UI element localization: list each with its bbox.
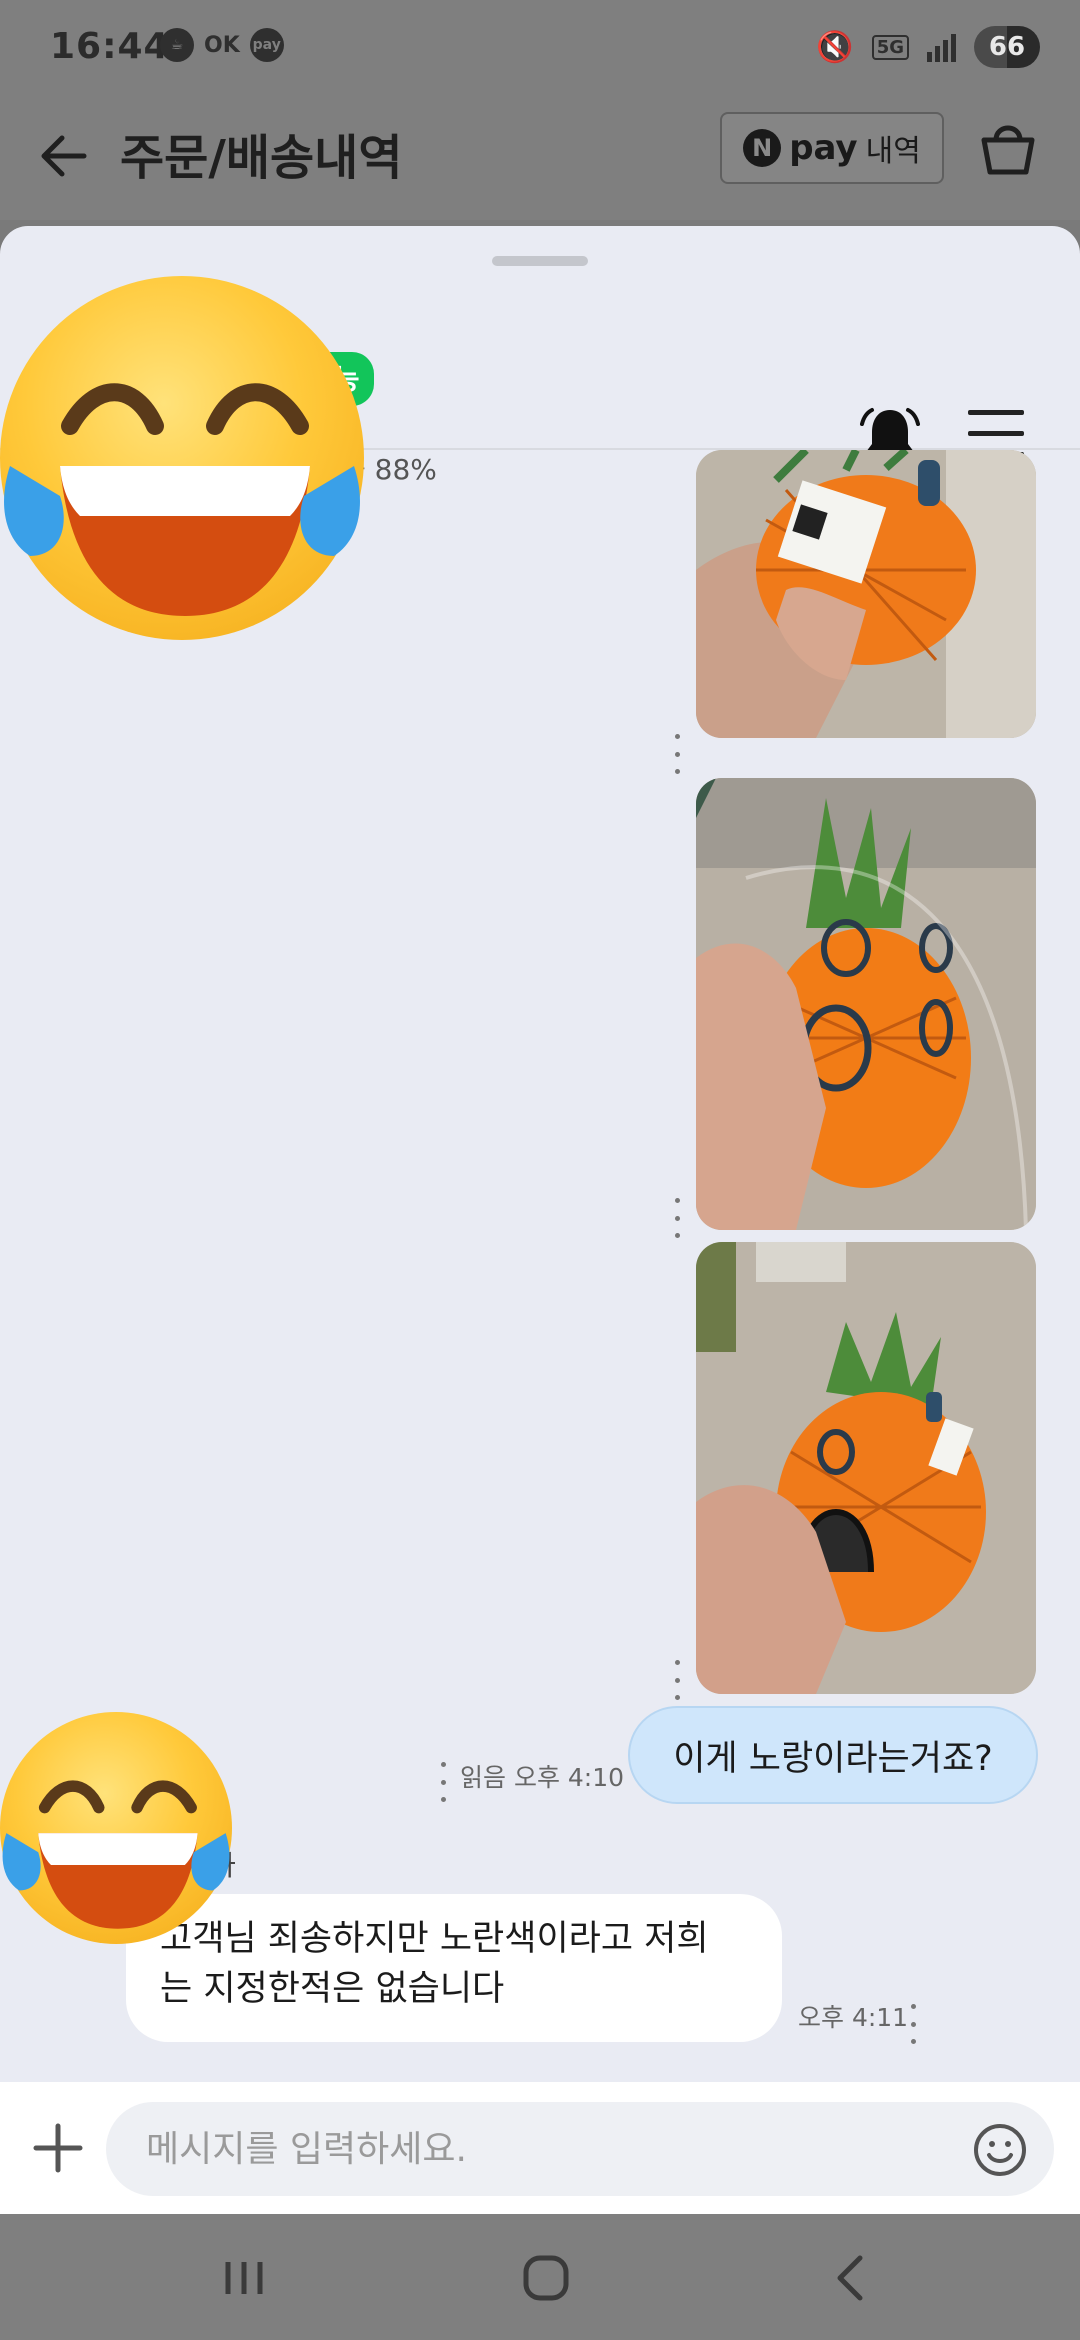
message-read-time: 읽음 오후 4:10 [460,1763,625,1792]
chat-sheet: 가능 률 88% [0,226,1080,2214]
sheet-drag-handle[interactable] [492,256,588,266]
network-icon: 5G [871,34,909,60]
chat-photo[interactable] [696,450,1036,738]
cup-icon: ☕ [160,28,194,62]
ok-icon: OK [204,32,240,58]
back-button[interactable] [34,126,94,186]
message-input[interactable] [106,2102,1054,2196]
back-arrow-icon [41,135,87,177]
signal-icon [927,32,956,62]
status-bar: 16:44 ☕ OK pay 🔇 5G 66 [0,0,1080,96]
battery-icon: 66 [974,26,1040,68]
pay-history-label: 내역 [865,134,921,169]
plus-icon [33,2123,83,2173]
status-time: 16:44 [50,26,170,67]
message-options-button[interactable] [438,1762,448,1802]
chat-photo[interactable] [696,1242,1036,1694]
photo-options-button[interactable] [672,1660,682,1700]
laughing-tears-emoji-sticker [0,1712,232,1944]
pay-word: pay [789,128,858,168]
mute-icon: 🔇 [816,29,854,65]
my-message-bubble[interactable]: 이게 노랑이라는거죠? [628,1706,1038,1804]
laughing-tears-emoji-sticker [0,276,364,640]
back-nav-button[interactable] [822,2250,882,2306]
attach-button[interactable] [30,2120,86,2176]
cart-icon [981,125,1035,175]
message-options-button[interactable] [908,2004,918,2044]
message-line: 고객님 죄송하지만 노란색이라고 저희 [160,1919,709,1959]
recent-apps-button[interactable] [214,2250,274,2306]
app-header: 주문/배송내역 N pay 내역 [0,96,1080,220]
cart-button[interactable] [976,116,1040,180]
system-nav-bar [0,2214,1080,2340]
photo-options-button[interactable] [672,734,682,774]
message-line: 는 지정한적은 없습니다 [160,1969,505,2009]
npay-history-button[interactable]: N pay 내역 [720,112,944,184]
photo-options-button[interactable] [672,1198,682,1238]
npay-logo-icon: N [743,129,782,167]
status-system-icons: 🔇 5G 66 [816,26,1040,68]
chevron-left-icon [837,2255,863,2301]
home-button[interactable] [516,2250,576,2306]
chat-photo[interactable] [696,778,1036,1230]
emoji-button[interactable] [972,2122,1028,2178]
smile-icon [974,2124,1026,2176]
message-input-bar [0,2082,1080,2214]
message-time: 오후 4:11 [798,2003,909,2032]
recent-apps-icon [225,2262,263,2294]
home-icon [523,2255,569,2301]
pay-icon: pay [249,28,284,62]
status-notification-icons: ☕ OK pay [160,28,284,62]
page-title: 주문/배송내역 [120,130,403,186]
